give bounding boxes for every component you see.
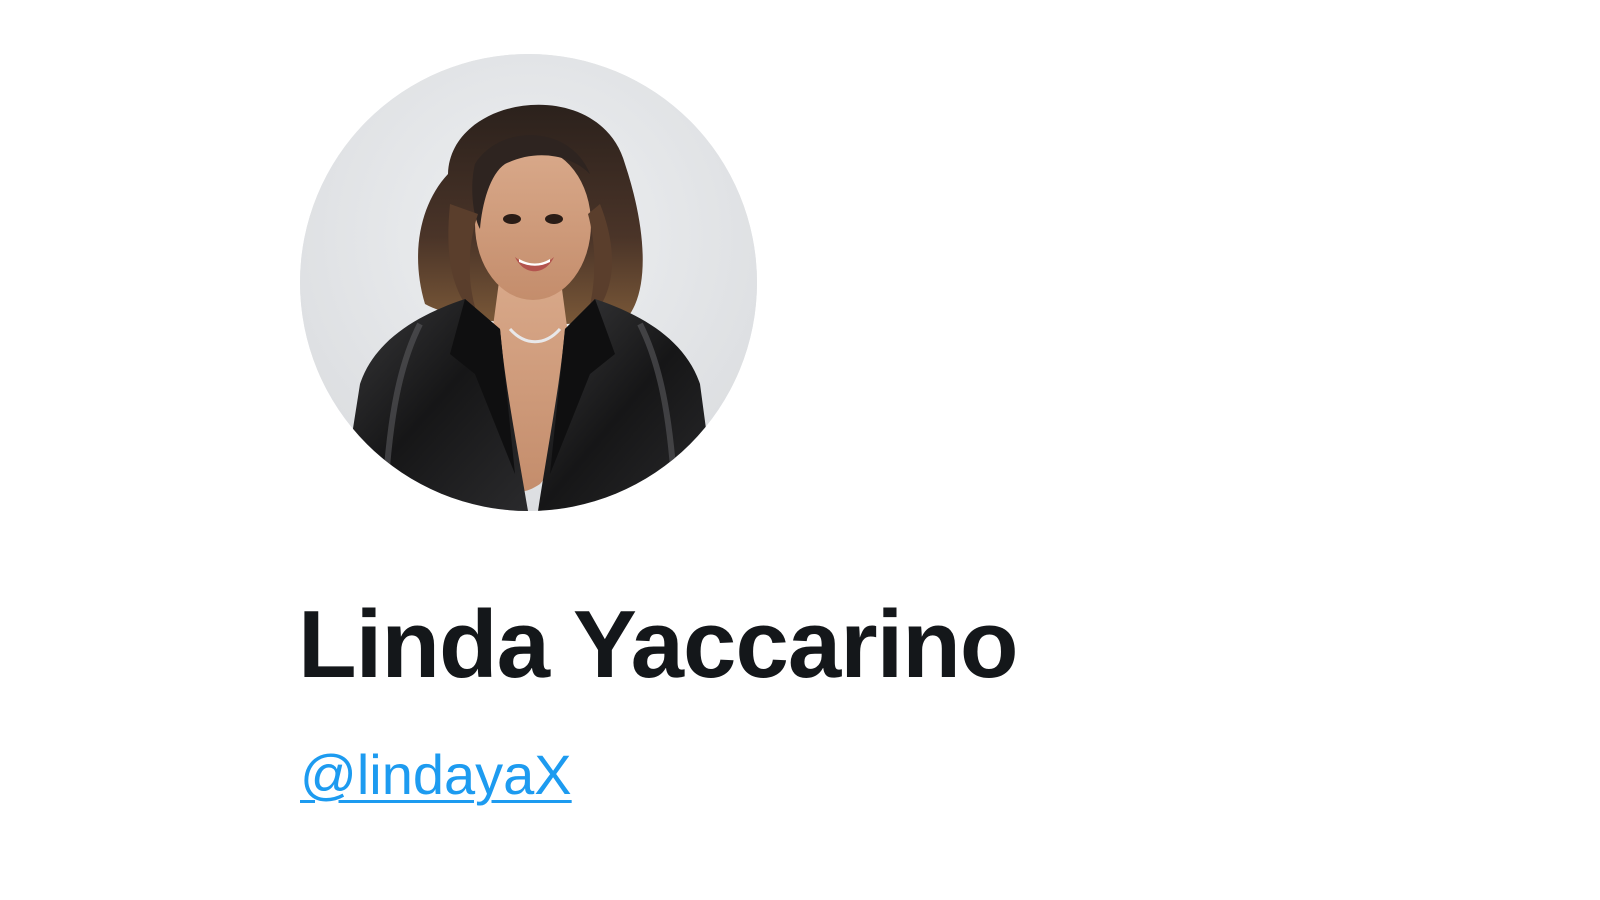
avatar[interactable] — [300, 54, 757, 511]
display-name: Linda Yaccarino — [298, 591, 1019, 698]
handle-link[interactable]: @lindayaX — [300, 742, 572, 808]
profile-card: Linda Yaccarino @lindayaX — [0, 0, 1600, 900]
avatar-photo — [300, 54, 757, 511]
